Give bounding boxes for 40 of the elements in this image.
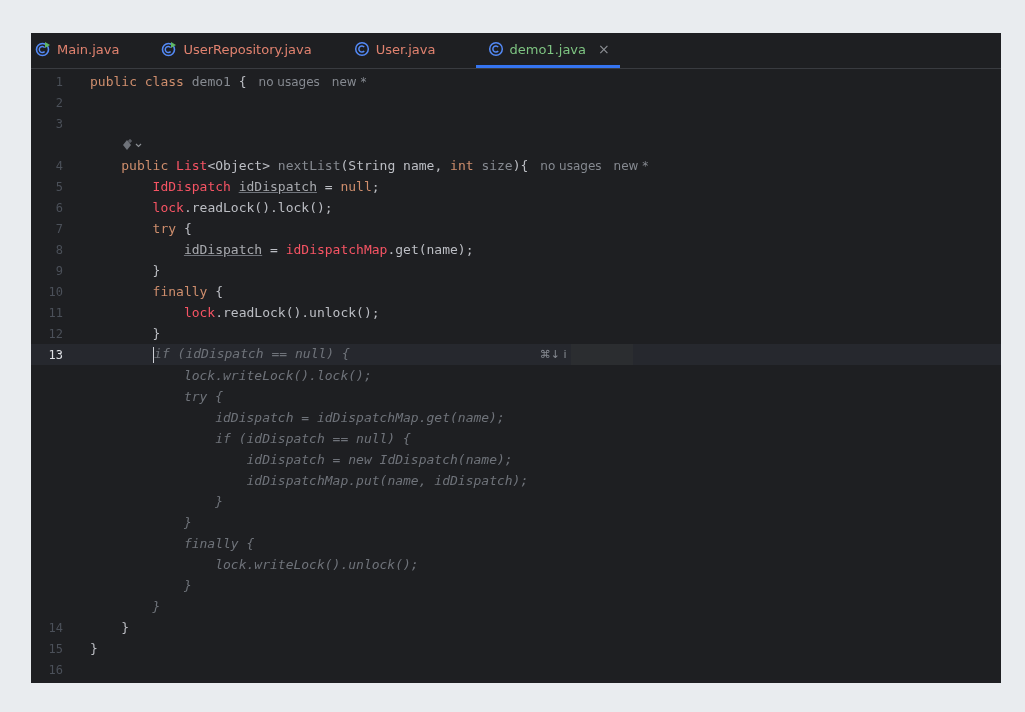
close-icon[interactable]: × [598, 41, 610, 57]
inlay-hint[interactable]: new * [331, 74, 367, 89]
suggestion-line: try { [183, 389, 224, 404]
run-class-icon [161, 41, 178, 57]
code-line: try { [152, 221, 192, 236]
file-tab[interactable]: User.java [351, 33, 450, 68]
code-line: idDispatch = idDispatchMap.get(name); [183, 242, 474, 257]
code-line: if (idDispatch == null) { [152, 346, 350, 363]
run-class-icon [35, 41, 51, 57]
ai-assistant-icon[interactable] [121, 138, 144, 151]
code-line: finally { [152, 284, 224, 299]
suggestion-line: } [183, 515, 192, 530]
inlay-hint[interactable]: new * [613, 158, 649, 173]
suggestion-line: } [215, 494, 223, 509]
suggestion-line: } [183, 578, 192, 593]
suggestion-line: lock.writeLock().unlock(); [215, 557, 419, 572]
inlay-hint[interactable]: no usages [540, 158, 602, 173]
code-line: } [152, 326, 161, 341]
suggestion-line: idDispatch = new IdDispatch(name); [246, 452, 513, 467]
suggestion-line: idDispatchMap.put(name, idDispatch); [246, 473, 529, 488]
file-tab[interactable]: UserRepository.java [159, 33, 326, 68]
code-line: public List<Object> nextList(String name, int size){ [121, 158, 529, 173]
suggestion-line: finally { [183, 536, 255, 551]
suggestion-line: } [152, 599, 161, 614]
code-line: public class demo1 { [90, 74, 247, 89]
class-icon [487, 41, 504, 57]
line-number: 13 [47, 347, 64, 362]
code-line: } [152, 263, 161, 278]
code-line: } [121, 620, 130, 635]
suggestion-line: idDispatch = idDispatchMap.get(name); [215, 410, 505, 425]
code-line: } [90, 641, 98, 656]
class-icon [353, 41, 370, 57]
file-tab[interactable]: demo1.java × [475, 33, 620, 68]
code-line: IdDispatch idDispatch = null; [152, 179, 380, 194]
code-line: lock.readLock().unlock(); [183, 305, 380, 320]
inlay-hint[interactable]: no usages [258, 74, 320, 89]
code-line: lock.readLock().lock(); [152, 200, 333, 215]
suggestion-line: lock.writeLock().lock(); [183, 368, 372, 383]
suggestion-line: if (idDispatch == null) { [215, 431, 411, 446]
file-tab[interactable]: Main.java [33, 33, 134, 68]
